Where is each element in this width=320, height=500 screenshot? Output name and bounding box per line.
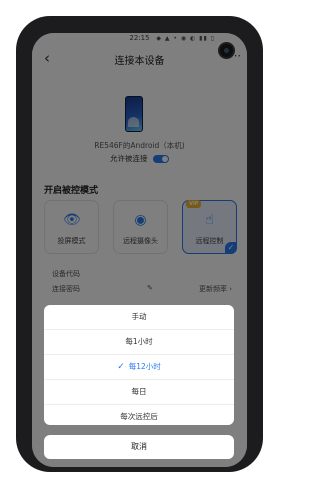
- option-daily[interactable]: 每日: [44, 380, 234, 405]
- frequency-action-sheet: 手动 每1小时 ✓ 每12小时 每日 每次远控后: [44, 305, 234, 425]
- option-label: 手动: [131, 312, 147, 321]
- option-label: 每1小时: [125, 337, 153, 346]
- option-every-12-hours[interactable]: ✓ 每12小时: [44, 355, 234, 380]
- option-label: 每次远控后: [120, 412, 158, 421]
- option-every-1-hour[interactable]: 每1小时: [44, 330, 234, 355]
- option-manual[interactable]: 手动: [44, 305, 234, 330]
- option-label: 每12小时: [128, 362, 161, 371]
- option-label: 每日: [131, 387, 147, 396]
- cancel-button[interactable]: 取消: [44, 435, 234, 459]
- check-icon: ✓: [117, 362, 125, 372]
- option-after-each-remote[interactable]: 每次远控后: [44, 405, 234, 425]
- screen: 22:15 ◆ ▲ • ◉ ◐ ▮▮ ▯ ‹ 连接本设备 ⋯ RE546F的An…: [32, 33, 247, 467]
